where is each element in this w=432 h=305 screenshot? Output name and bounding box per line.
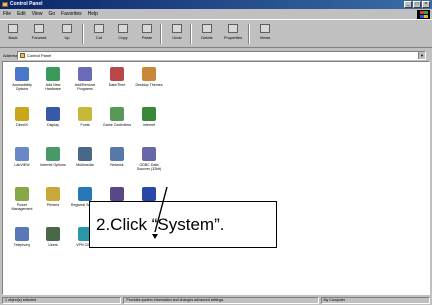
maximize-button[interactable]: □ (413, 1, 421, 8)
windows-logo-icon (417, 10, 430, 19)
delete-button[interactable]: Delete (196, 24, 218, 46)
up-button[interactable]: Up (56, 24, 78, 46)
copy-button[interactable]: Copy (112, 24, 134, 46)
title-bar: Control Panel (0, 0, 432, 9)
cut-button[interactable]: Cut (88, 24, 110, 46)
control-panel-icon (2, 2, 8, 7)
callout-pointer (152, 186, 168, 239)
minimize-button[interactable]: _ (404, 1, 412, 8)
back-arrow-icon (8, 24, 18, 33)
scissors-icon (94, 24, 104, 33)
paste-icon (142, 24, 152, 33)
toolbar: Back Forward Up Cut Copy Paste Undo Dele… (0, 19, 432, 48)
status-selection: 1 object(s) selected (2, 297, 122, 304)
toolbar-separator (190, 24, 192, 44)
address-bar: Address Control Panel ▼ (0, 50, 432, 61)
properties-button[interactable]: Properties (222, 24, 244, 46)
chevron-down-icon[interactable]: ▼ (418, 52, 425, 59)
status-description: Provides system information and changes … (123, 297, 319, 304)
toolbar-separator (160, 24, 162, 44)
views-button[interactable]: Views (254, 24, 276, 46)
back-button[interactable]: Back (2, 24, 24, 46)
toolbar-separator (82, 24, 84, 44)
views-icon (260, 24, 270, 33)
window-title: Control Panel (10, 1, 43, 7)
window-controls: _ □ × (404, 1, 430, 8)
toolbar-separator (248, 24, 250, 44)
menu-bar: File Edit View Go Favorites Help (0, 9, 432, 18)
pointer-arrowhead (152, 234, 158, 239)
up-folder-icon (62, 24, 72, 33)
menu-view[interactable]: View (32, 11, 43, 17)
undo-button[interactable]: Undo (166, 24, 188, 46)
status-bar: 1 object(s) selected Provides system inf… (0, 296, 432, 305)
forward-arrow-icon (34, 24, 44, 33)
menu-file[interactable]: File (3, 11, 11, 17)
pointer-line (154, 186, 168, 233)
address-field[interactable]: Control Panel ▼ (17, 51, 426, 60)
status-location: My Computer (320, 297, 430, 304)
folder-icon (20, 53, 25, 58)
menu-edit[interactable]: Edit (17, 11, 26, 17)
close-button[interactable]: × (422, 1, 430, 8)
address-value: Control Panel (27, 53, 52, 58)
menu-go[interactable]: Go (48, 11, 55, 17)
items-pane: Accessibility Options Add New Hardware Add… (2, 61, 430, 295)
forward-button[interactable]: Forward (28, 24, 50, 46)
paste-button[interactable]: Paste (136, 24, 158, 46)
undo-icon (172, 24, 182, 33)
copy-icon (118, 24, 128, 33)
properties-icon (228, 24, 238, 33)
menu-favorites[interactable]: Favorites (61, 11, 82, 17)
delete-x-icon (202, 24, 212, 33)
menu-help[interactable]: Help (88, 11, 98, 17)
address-label: Address (3, 53, 18, 58)
